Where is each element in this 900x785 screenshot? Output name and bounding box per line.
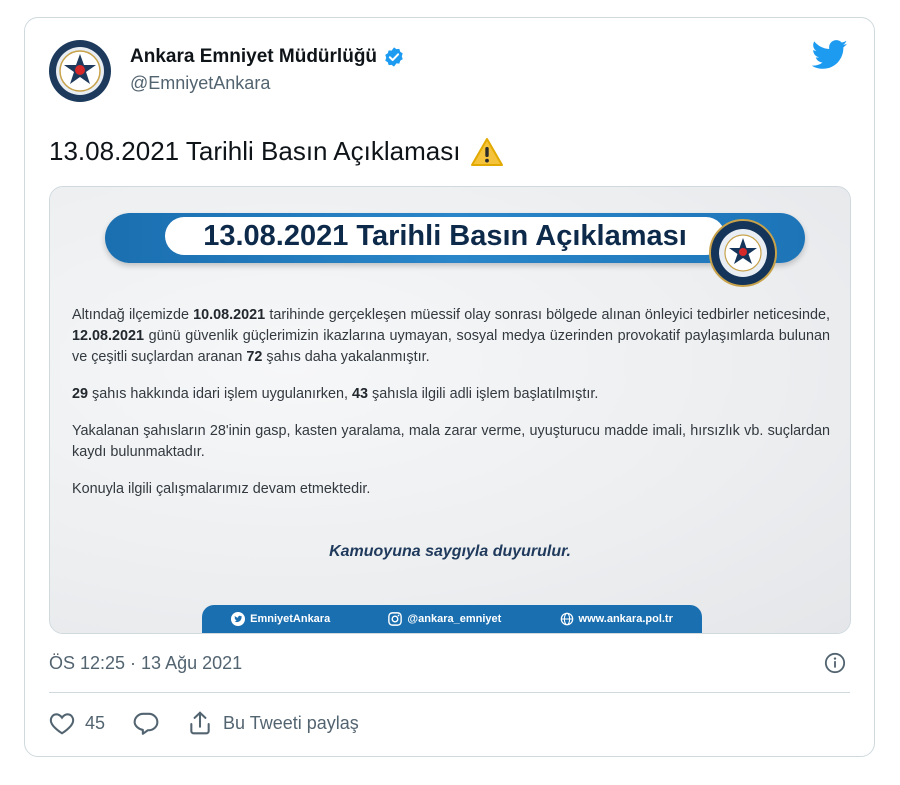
bold-value: 12.08.2021 xyxy=(72,328,145,344)
author-name[interactable]: Ankara Emniyet Müdürlüğü xyxy=(130,46,377,68)
footer-instagram-label: @ankara_emniyet xyxy=(407,613,502,625)
verified-badge-icon xyxy=(385,47,403,67)
bold-value: 72 xyxy=(246,349,263,365)
closing-line: Kamuoyuna saygıyla duyurulur. xyxy=(329,543,571,560)
tweet-card[interactable]: Ankara Emniyet Müdürlüğü @EmniyetAnkara … xyxy=(24,17,875,757)
press-release-body: Altındağ ilçemizde 10.08.2021 tarihinde … xyxy=(72,305,830,516)
police-emblem-icon xyxy=(50,41,110,101)
press-release-paragraph: Altındağ ilçemizde 10.08.2021 tarihinde … xyxy=(72,307,830,365)
share-label: Bu Tweeti paylaş xyxy=(223,712,359,733)
image-footer: EmniyetAnkara @ankara_emniyet www.ankara… xyxy=(202,605,702,633)
bold-value: 43 xyxy=(351,386,368,402)
reply-icon xyxy=(133,712,159,735)
footer-twitter: EmniyetAnkara xyxy=(231,612,330,626)
bold-value: 29 xyxy=(72,386,89,402)
like-count: 45 xyxy=(85,712,106,733)
footer-web-label: www.ankara.pol.tr xyxy=(578,613,673,625)
press-release-paragraph: 29 şahıs hakkında idari işlem uygulanırk… xyxy=(72,386,599,402)
footer-web: www.ankara.pol.tr xyxy=(560,612,673,626)
twitter-icon xyxy=(231,612,246,626)
bold-value: 10.08.2021 xyxy=(193,307,266,323)
footer-twitter-label: EmniyetAnkara xyxy=(250,613,331,625)
tweet-timestamp[interactable]: ÖS 12:25 · 13 Ağu 2021 xyxy=(49,653,242,674)
banner-title: 13.08.2021 Tarihli Basın Açıklaması xyxy=(165,217,725,255)
author-handle[interactable]: @EmniyetAnkara xyxy=(130,73,405,94)
avatar[interactable] xyxy=(49,40,111,102)
heart-icon xyxy=(49,713,75,735)
press-release-paragraph: Yakalanan şahısların 28'inin gasp, kaste… xyxy=(72,423,830,460)
share-button[interactable]: Bu Tweeti paylaş xyxy=(187,710,359,736)
tweet-actions: 45 Bu Tweeti paylaş xyxy=(49,710,387,736)
info-icon[interactable] xyxy=(824,652,846,674)
image-banner: 13.08.2021 Tarihli Basın Açıklaması xyxy=(105,213,805,287)
footer-instagram: @ankara_emniyet xyxy=(388,612,501,626)
globe-icon xyxy=(560,612,573,626)
tweet-text: 13.08.2021 Tarihli Basın Açıklaması xyxy=(49,136,504,167)
like-button[interactable]: 45 xyxy=(49,711,105,735)
twitter-bird-icon[interactable] xyxy=(812,40,848,70)
press-release-paragraph: Konuyla ilgili çalışmalarımız devam etme… xyxy=(72,481,371,497)
warning-icon xyxy=(471,137,504,166)
police-badge-icon xyxy=(709,219,777,287)
press-release-image: 13.08.2021 Tarihli Basın Açıklaması Altı… xyxy=(50,187,850,633)
reply-button[interactable] xyxy=(133,711,159,735)
divider xyxy=(49,692,850,693)
share-icon xyxy=(190,711,210,735)
instagram-icon xyxy=(388,612,403,626)
tweet-text-content: 13.08.2021 Tarihli Basın Açıklaması xyxy=(49,136,461,166)
tweet-image[interactable]: 13.08.2021 Tarihli Basın Açıklaması Altı… xyxy=(49,186,851,634)
